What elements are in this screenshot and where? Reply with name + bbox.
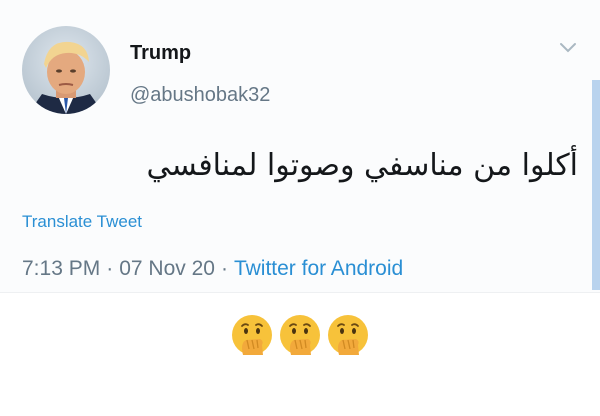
tweet-card: Trump @abushobak32 أكلوا من مناسفي وصوتو… (0, 0, 600, 293)
emoji-row (230, 313, 370, 359)
display-name[interactable]: Trump (130, 42, 191, 65)
tweet-date[interactable]: 07 Nov 20 (119, 257, 215, 280)
user-handle[interactable]: @abushobak32 (130, 84, 270, 107)
hand-over-mouth-emoji-icon (232, 315, 272, 355)
scrollbar[interactable] (592, 80, 600, 290)
tweet-time[interactable]: 7:13 PM (22, 257, 100, 280)
hand-over-mouth-emoji-icon (328, 315, 368, 355)
meta-separator: · (106, 257, 114, 280)
profile-photo-icon (22, 26, 110, 114)
tweet-text: أكلوا من مناسفي وصوتوا لمنافسي (146, 148, 578, 183)
chevron-down-icon[interactable] (558, 40, 578, 54)
tweet-meta: 7:13 PM · 07 Nov 20 · Twitter for Android (22, 257, 403, 281)
tweet-source-link[interactable]: Twitter for Android (234, 257, 403, 280)
hand-over-mouth-emoji-icon (280, 315, 320, 355)
translate-tweet-link[interactable]: Translate Tweet (22, 212, 142, 232)
avatar[interactable] (22, 26, 110, 114)
meta-separator: · (220, 257, 228, 280)
